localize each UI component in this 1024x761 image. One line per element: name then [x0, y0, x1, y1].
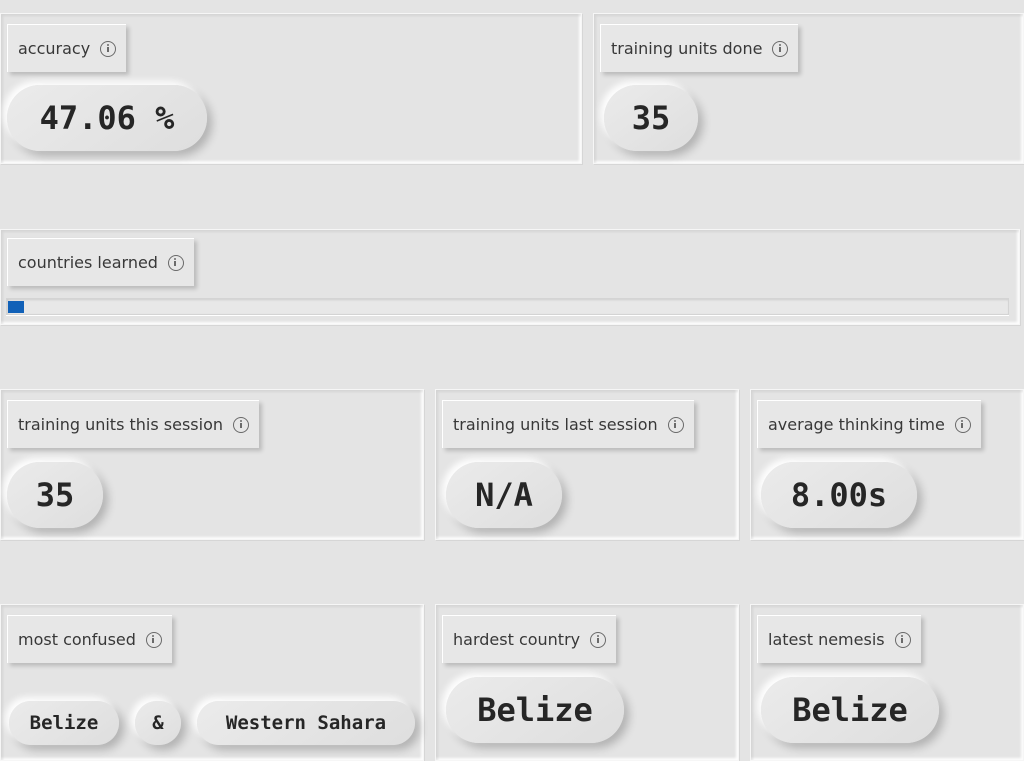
training-units-this-session-label-text: training units this session — [18, 415, 223, 434]
countries-learned-label: countries learned — [7, 238, 194, 286]
accuracy-label-text: accuracy — [18, 39, 91, 58]
training-units-done-label: training units done — [600, 24, 799, 72]
info-icon[interactable] — [100, 40, 117, 57]
info-icon[interactable] — [667, 416, 684, 433]
accuracy-label: accuracy — [7, 24, 127, 72]
most-confused-country-a: Belize — [9, 701, 119, 745]
training-units-done-card: training units done 35 — [593, 13, 1024, 164]
countries-learned-progress-bar — [6, 298, 1009, 315]
training-units-last-session-label: training units last session — [442, 400, 694, 448]
training-units-this-session-label: training units this session — [7, 400, 259, 448]
training-units-this-session-value: 35 — [7, 462, 103, 528]
info-icon[interactable] — [954, 416, 971, 433]
countries-learned-progress-fill — [8, 301, 24, 313]
average-thinking-time-value: 8.00s — [761, 462, 917, 528]
info-icon[interactable] — [894, 631, 911, 648]
info-icon[interactable] — [772, 40, 789, 57]
average-thinking-time-card: average thinking time 8.00s — [750, 389, 1024, 540]
most-confused-label: most confused — [7, 615, 172, 663]
training-units-this-session-card: training units this session 35 — [0, 389, 424, 540]
latest-nemesis-label-text: latest nemesis — [768, 630, 885, 649]
hardest-country-card: hardest country Belize — [435, 604, 739, 761]
latest-nemesis-value: Belize — [761, 677, 939, 743]
most-confused-country-b: Western Sahara — [197, 701, 415, 745]
training-units-done-label-text: training units done — [611, 39, 763, 58]
most-confused-card: most confused Belize & Western Sahara — [0, 604, 424, 761]
training-units-done-value: 35 — [604, 85, 698, 151]
average-thinking-time-label-text: average thinking time — [768, 415, 945, 434]
info-icon[interactable] — [145, 631, 162, 648]
training-units-last-session-value: N/A — [446, 462, 562, 528]
countries-learned-label-text: countries learned — [18, 253, 158, 272]
latest-nemesis-label: latest nemesis — [757, 615, 921, 663]
most-confused-label-text: most confused — [18, 630, 136, 649]
latest-nemesis-card: latest nemesis Belize — [750, 604, 1024, 761]
hardest-country-label: hardest country — [442, 615, 617, 663]
info-icon[interactable] — [167, 254, 184, 271]
accuracy-card: accuracy 47.06 % — [0, 13, 582, 164]
training-units-last-session-label-text: training units last session — [453, 415, 658, 434]
hardest-country-label-text: hardest country — [453, 630, 581, 649]
info-icon[interactable] — [233, 416, 249, 433]
average-thinking-time-label: average thinking time — [757, 400, 981, 448]
hardest-country-value: Belize — [446, 677, 624, 743]
training-units-last-session-card: training units last session N/A — [435, 389, 739, 540]
info-icon[interactable] — [590, 631, 607, 648]
most-confused-joiner: & — [135, 701, 181, 745]
accuracy-value: 47.06 % — [7, 85, 207, 151]
